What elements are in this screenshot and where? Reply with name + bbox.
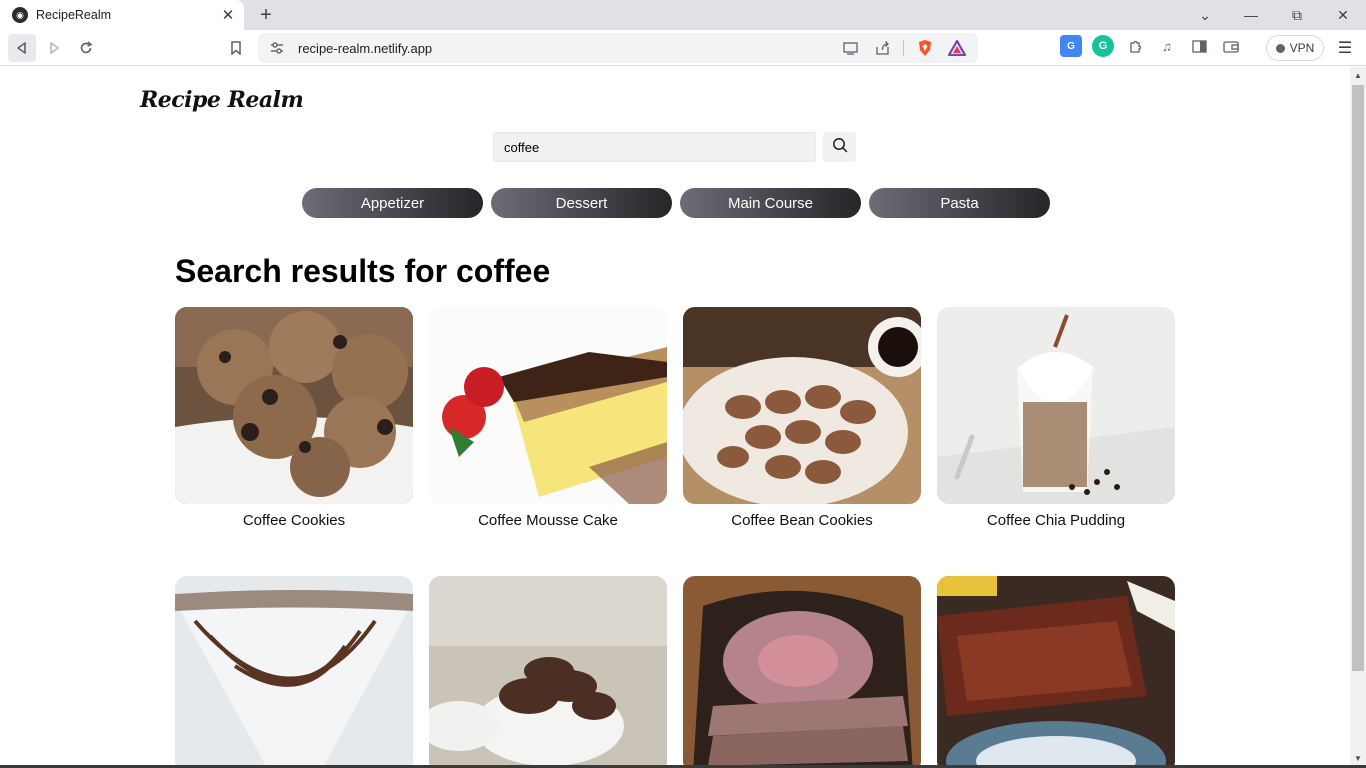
category-buttons: Appetizer Dessert Main Course Pasta	[302, 188, 1050, 218]
bookmark-icon[interactable]	[222, 34, 250, 62]
media-music-icon[interactable]: ♫	[1156, 35, 1178, 57]
extensions-puzzle-icon[interactable]	[1124, 35, 1146, 57]
browser-toolbar: recipe-realm.netlify.app G G ♫ VPN ☰	[0, 30, 1366, 66]
recipe-card[interactable]: Coffee Bean Cookies	[683, 307, 921, 534]
reload-icon[interactable]	[72, 34, 100, 62]
share-icon[interactable]	[871, 37, 893, 59]
scroll-up-icon[interactable]: ▲	[1350, 67, 1366, 83]
address-bar[interactable]: recipe-realm.netlify.app	[258, 33, 978, 63]
recipe-grid: Coffee Cookies Coffee Mousse Cake Coffee…	[175, 307, 1175, 766]
recipe-card[interactable]: Coffee Mousse Cake	[429, 307, 667, 534]
back-icon[interactable]	[8, 34, 36, 62]
scroll-down-icon[interactable]: ▼	[1350, 750, 1366, 766]
recipe-title[interactable]: Coffee Chia Pudding	[987, 512, 1125, 534]
vpn-button[interactable]: VPN	[1266, 35, 1324, 61]
grammarly-extension-icon[interactable]: G	[1092, 35, 1114, 57]
search-icon	[832, 137, 848, 158]
browser-menu-icon[interactable]: ☰	[1334, 36, 1356, 60]
recipe-image[interactable]	[175, 307, 413, 504]
category-dessert-button[interactable]: Dessert	[491, 188, 672, 218]
recipe-title[interactable]: Coffee Cookies	[243, 512, 345, 534]
close-tab-icon[interactable]: ✕	[216, 3, 240, 27]
close-window-icon[interactable]: ✕	[1320, 0, 1366, 30]
site-settings-icon[interactable]	[270, 41, 284, 55]
category-main-course-button[interactable]: Main Course	[680, 188, 861, 218]
restore-window-icon[interactable]: ⧉	[1274, 0, 1320, 30]
page-scrollbar[interactable]: ▲ ▼	[1350, 67, 1366, 766]
wallet-icon[interactable]	[1220, 35, 1242, 57]
translate-extension-icon[interactable]: G	[1060, 35, 1082, 57]
browser-tab[interactable]: ◉ RecipeRealm ✕	[0, 0, 244, 30]
brave-rewards-icon[interactable]	[946, 37, 968, 59]
vpn-status-dot-icon	[1275, 43, 1285, 53]
recipe-image[interactable]	[175, 576, 413, 766]
site-favicon-icon: ◉	[12, 7, 28, 23]
search-button[interactable]	[823, 132, 856, 162]
brave-shields-icon[interactable]	[914, 37, 936, 59]
recipe-image[interactable]	[683, 307, 921, 504]
browser-tab-bar: ◉ RecipeRealm ✕ + ⌄ — ⧉ ✕	[0, 0, 1366, 30]
recipe-image[interactable]	[937, 576, 1175, 766]
forward-icon[interactable]	[40, 34, 68, 62]
tab-search-chevron-icon[interactable]: ⌄	[1182, 0, 1228, 30]
recipe-image[interactable]	[429, 576, 667, 766]
scroll-thumb[interactable]	[1352, 85, 1364, 671]
search-bar	[493, 132, 856, 162]
new-tab-icon[interactable]: +	[254, 3, 278, 27]
minimize-window-icon[interactable]: —	[1228, 0, 1274, 30]
cast-icon[interactable]	[839, 37, 861, 59]
results-title: Search results for coffee	[175, 253, 551, 289]
recipe-card[interactable]	[937, 576, 1175, 766]
site-logo[interactable]: Recipe Realm	[140, 87, 304, 113]
recipe-card[interactable]	[175, 576, 413, 766]
recipe-image[interactable]	[429, 307, 667, 504]
recipe-title[interactable]: Coffee Mousse Cake	[478, 512, 618, 534]
tab-title: RecipeRealm	[36, 8, 112, 22]
vpn-label: VPN	[1289, 41, 1315, 55]
recipe-image[interactable]	[937, 307, 1175, 504]
recipe-title[interactable]: Coffee Bean Cookies	[731, 512, 872, 534]
recipe-card[interactable]: Coffee Cookies	[175, 307, 413, 534]
search-input[interactable]	[493, 132, 816, 162]
url-text: recipe-realm.netlify.app	[298, 40, 433, 56]
sidebar-toggle-icon[interactable]	[1188, 35, 1210, 57]
category-pasta-button[interactable]: Pasta	[869, 188, 1050, 218]
recipe-card[interactable]: Coffee Chia Pudding	[937, 307, 1175, 534]
category-appetizer-button[interactable]: Appetizer	[302, 188, 483, 218]
recipe-image[interactable]	[683, 576, 921, 766]
recipe-card[interactable]	[683, 576, 921, 766]
url-divider	[903, 40, 904, 56]
page-viewport: Recipe Realm Appetizer Dessert Main Cour…	[0, 67, 1350, 766]
recipe-card[interactable]	[429, 576, 667, 766]
